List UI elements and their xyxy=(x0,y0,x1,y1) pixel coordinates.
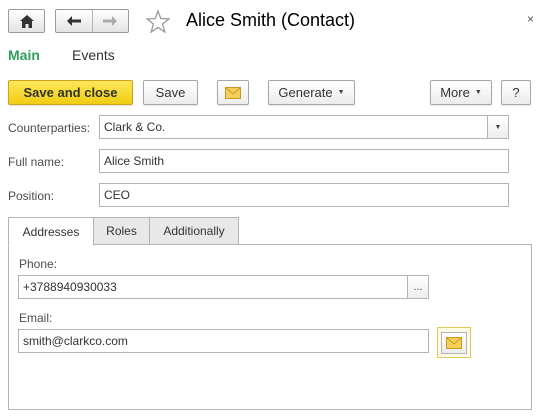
email-field[interactable]: smith@clarkco.com xyxy=(18,329,429,353)
send-mail-inner xyxy=(441,331,467,354)
position-field[interactable]: CEO xyxy=(99,183,509,207)
help-button[interactable]: ? xyxy=(501,80,531,105)
generate-label: Generate xyxy=(278,85,333,100)
envelope-icon xyxy=(446,336,462,349)
section-events[interactable]: Events xyxy=(72,47,115,63)
phone-field[interactable]: +3788940930033 xyxy=(18,275,408,299)
chevron-down-icon: ▼ xyxy=(494,123,502,131)
full-name-field[interactable]: Alice Smith xyxy=(99,149,509,173)
phone-label: Phone: xyxy=(19,257,58,271)
tab-roles[interactable]: Roles xyxy=(93,217,150,245)
email-label: Email: xyxy=(19,311,53,325)
forward-arrow-icon xyxy=(103,16,118,26)
back-arrow-icon xyxy=(66,16,81,26)
tab-additionally[interactable]: Additionally xyxy=(149,217,239,245)
more-label: More xyxy=(440,85,470,100)
favorite-button[interactable] xyxy=(145,9,171,36)
back-button[interactable] xyxy=(56,10,92,32)
counterparties-field[interactable]: Clark & Co. xyxy=(99,115,488,139)
counterparties-dropdown-button[interactable]: ▼ xyxy=(487,115,509,139)
home-button[interactable] xyxy=(8,9,45,33)
tab-addresses[interactable]: Addresses xyxy=(8,217,94,246)
phone-select-button[interactable]: ... xyxy=(407,275,429,299)
home-icon xyxy=(19,14,34,28)
forward-button[interactable] xyxy=(91,10,129,32)
send-mail-button[interactable] xyxy=(437,327,471,358)
star-icon xyxy=(145,9,171,34)
close-button[interactable]: × xyxy=(527,12,534,26)
history-navigation xyxy=(55,9,129,33)
save-button[interactable]: Save xyxy=(143,80,198,105)
generate-button[interactable]: Generate ▼ xyxy=(268,80,355,105)
full-name-label: Full name: xyxy=(8,155,65,169)
counterparties-label: Counterparties: xyxy=(8,121,91,135)
position-label: Position: xyxy=(8,189,55,203)
send-email-button[interactable] xyxy=(217,80,249,105)
more-button[interactable]: More ▼ xyxy=(430,80,492,105)
section-main[interactable]: Main xyxy=(8,47,40,63)
envelope-icon xyxy=(225,86,241,99)
chevron-down-icon: ▼ xyxy=(474,89,482,96)
save-and-close-button[interactable]: Save and close xyxy=(8,80,133,105)
chevron-down-icon: ▼ xyxy=(337,89,345,96)
window-title: Alice Smith (Contact) xyxy=(186,10,356,30)
